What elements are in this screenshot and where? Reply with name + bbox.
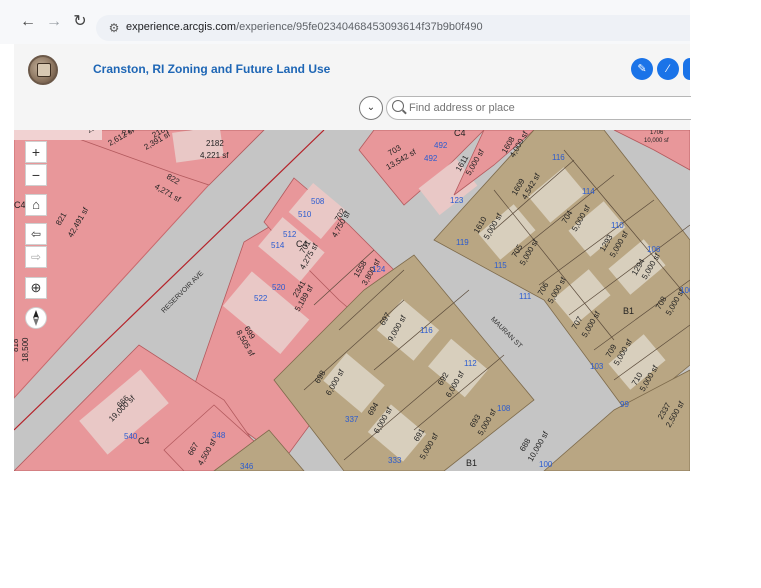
address-number: 114 <box>582 187 595 196</box>
address-number: 108 <box>497 404 511 413</box>
address-number: 333 <box>388 456 402 465</box>
zoom-in-button[interactable]: + <box>25 141 47 163</box>
address-number: 116 <box>420 326 433 335</box>
back-arrow-icon[interactable]: ← <box>18 12 38 32</box>
locate-crosshair-icon[interactable]: ⊕ <box>25 277 47 299</box>
address-number: 112 <box>464 359 477 368</box>
address-number: 512 <box>283 230 297 239</box>
zone-label: B1 <box>623 306 634 316</box>
search-icon <box>392 100 404 112</box>
city-seal-logo <box>28 55 58 85</box>
parcel-label-2182-area: 4,221 sf <box>200 151 229 160</box>
zone-label: B1 <box>466 458 477 468</box>
browser-toolbar: ← → ↻ ⚙ experience.arcgis.com/experience… <box>0 0 690 44</box>
address-number: 103 <box>590 362 604 371</box>
home-icon[interactable]: ⌂ <box>25 194 47 216</box>
address-number: 337 <box>345 415 359 424</box>
parcel-label-1706: 1706 <box>650 130 664 136</box>
parcel-label-818: 818 <box>14 338 20 352</box>
chevron-down-icon: ⌄ <box>366 102 376 113</box>
palette-icon[interactable]: ✎ <box>631 58 653 80</box>
address-number: 514 <box>271 241 285 250</box>
address-number: 119 <box>456 238 469 247</box>
zoning-map[interactable]: RESERVOIR AVE MAURAN ST C4 C4 C4 C4 B1 B… <box>14 130 690 471</box>
site-settings-icon[interactable]: ⚙ <box>106 20 122 36</box>
address-number: 123 <box>450 196 464 205</box>
address-number: 540 <box>124 432 138 441</box>
forward-arrow-icon[interactable]: → <box>44 12 64 32</box>
address-number: 520 <box>272 283 286 292</box>
address-number: 111 <box>519 292 532 301</box>
parcel-label-1706-area: 10,000 sf <box>644 138 669 144</box>
address-number: 508 <box>311 197 325 206</box>
collapse-button[interactable]: ⌄ <box>359 96 383 120</box>
zoom-out-button[interactable]: − <box>25 164 47 186</box>
share-icon[interactable] <box>683 58 690 80</box>
compass-needle-icon <box>33 310 39 326</box>
map-view[interactable]: RESERVOIR AVE MAURAN ST C4 C4 C4 C4 B1 B… <box>14 130 690 471</box>
address-number: 100 <box>680 286 690 295</box>
measure-icon[interactable]: ⁄ <box>657 58 679 80</box>
parcel-label-2182: 2182 <box>206 139 224 148</box>
address-number: 510 <box>298 210 312 219</box>
parcel-label-818-area: 18,500 <box>21 337 30 362</box>
next-extent-icon[interactable]: ⇨ <box>25 246 47 268</box>
seal-emblem <box>37 63 51 77</box>
url-text[interactable]: experience.arcgis.com/experience/95fe023… <box>126 21 483 33</box>
address-number: 116 <box>552 153 565 162</box>
address-number: 106 <box>647 245 661 254</box>
address-number: 110 <box>611 221 624 230</box>
search-input[interactable] <box>407 99 681 117</box>
reload-icon[interactable]: ↻ <box>70 12 90 32</box>
previous-extent-icon[interactable]: ⇦ <box>25 223 47 245</box>
compass-icon[interactable] <box>25 307 47 329</box>
address-number: 522 <box>254 294 268 303</box>
address-bar[interactable]: ⚙ experience.arcgis.com/experience/95fe0… <box>96 15 690 41</box>
app-header: Cranston, RI Zoning and Future Land Use … <box>14 44 691 131</box>
zone-label: C4 <box>14 200 26 210</box>
address-number: 124 <box>372 265 386 274</box>
address-number: 492 <box>424 154 438 163</box>
zone-label: C4 <box>454 130 466 138</box>
zone-label: C4 <box>138 436 150 446</box>
address-number: 492 <box>434 141 448 150</box>
search-box[interactable] <box>386 96 691 120</box>
address-number: 100 <box>539 460 553 469</box>
url-host: experience.arcgis.com <box>126 21 237 33</box>
page-title: Cranston, RI Zoning and Future Land Use <box>93 62 331 76</box>
address-number: 348 <box>212 431 226 440</box>
url-path: /experience/95fe02340468453093614f37b9b0… <box>236 21 483 33</box>
address-number: 346 <box>240 462 254 471</box>
address-number: 115 <box>494 261 507 270</box>
address-number: 99 <box>620 400 629 409</box>
